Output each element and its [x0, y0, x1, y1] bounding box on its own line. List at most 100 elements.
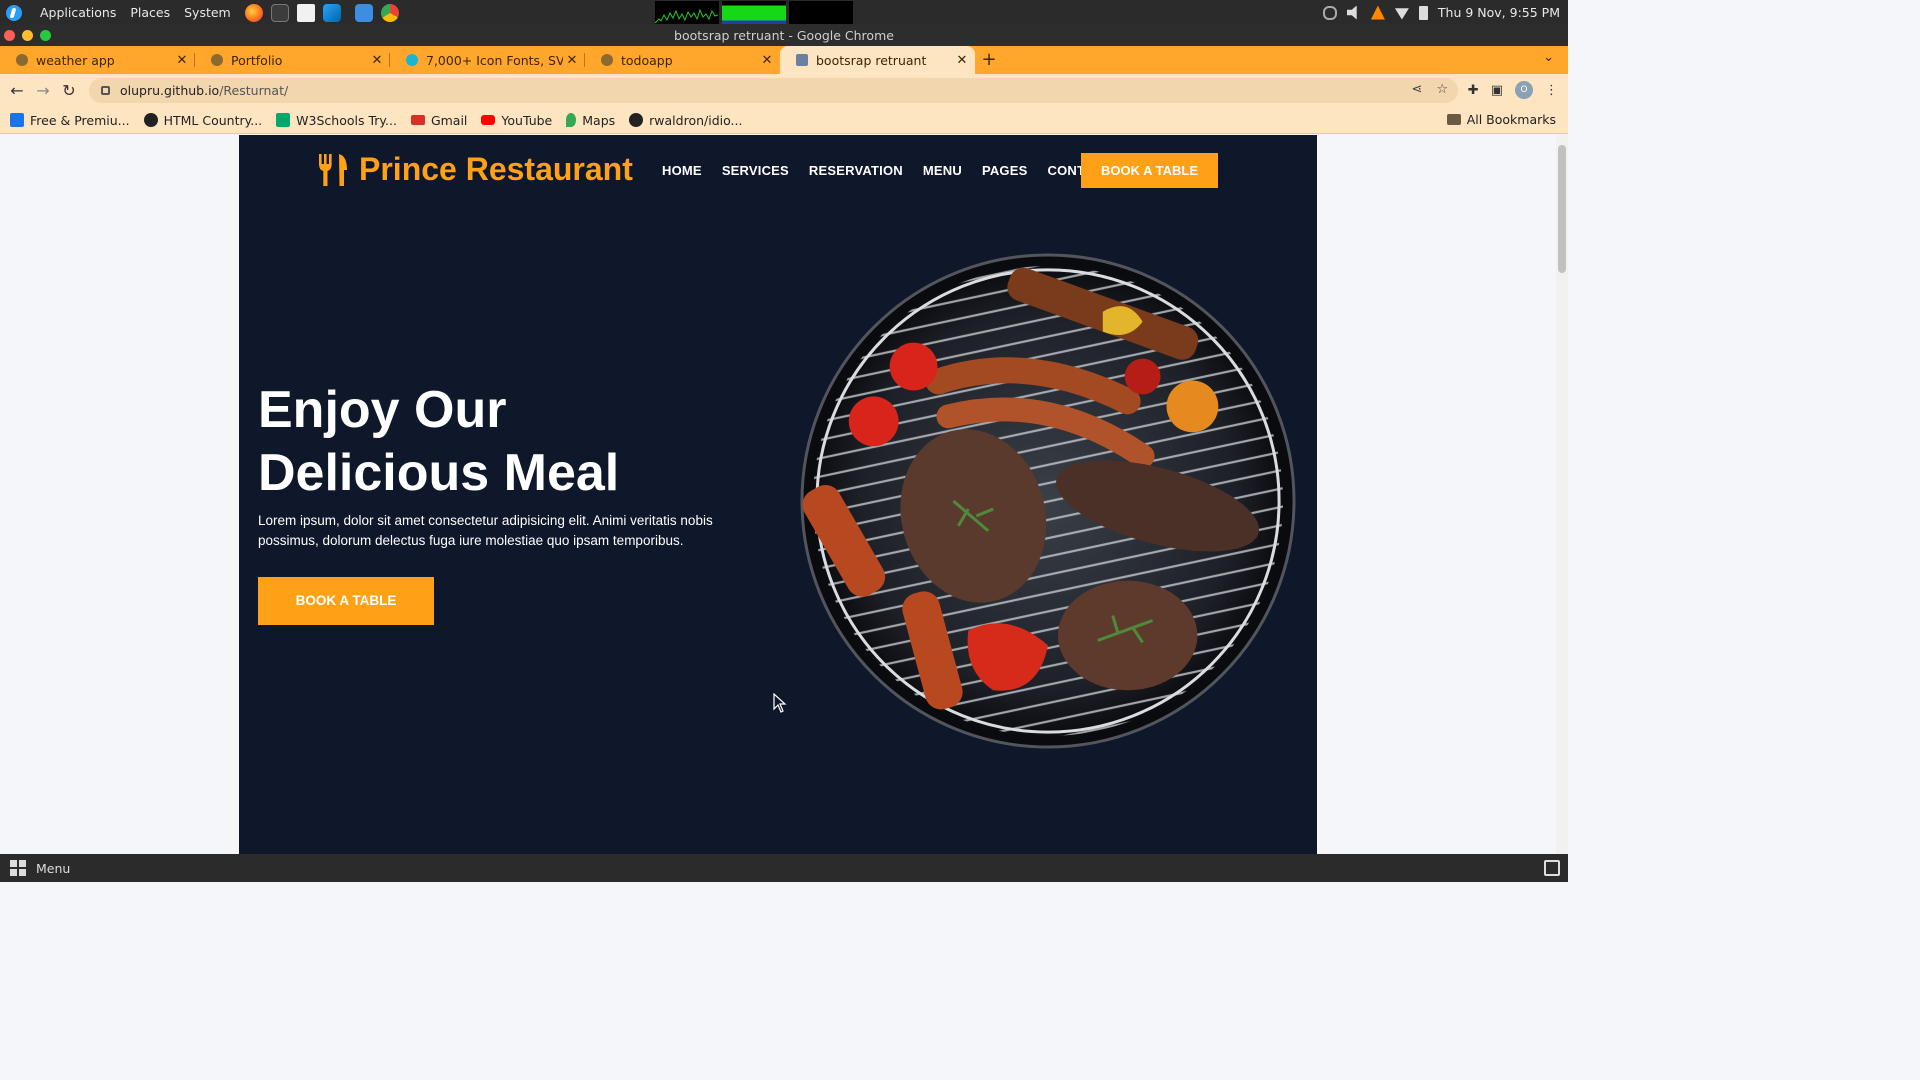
vscode-launcher-icon[interactable] — [322, 3, 341, 22]
system-menu[interactable]: System — [184, 5, 231, 20]
maps-icon — [566, 113, 577, 127]
url-host: olupru.github.io — [120, 83, 220, 98]
chrome-launcher-icon[interactable] — [380, 3, 399, 22]
youtube-icon — [481, 115, 496, 125]
page-viewport: Prince Restaurant HOME SERVICES RESERVAT… — [0, 135, 1568, 854]
system-panel: Applications Places System Thu 9 Nov, 9:… — [0, 0, 1568, 25]
bookmark-label: Free & Premiu... — [30, 112, 130, 128]
book-table-hero-button[interactable]: BOOK A TABLE — [258, 577, 434, 625]
hero-title-line: Delicious Meal — [258, 444, 620, 502]
lock-icon[interactable] — [101, 86, 110, 95]
nav-services[interactable]: SERVICES — [722, 163, 789, 178]
brand-logo[interactable]: Prince Restaurant — [317, 151, 633, 188]
bookmark-label: W3Schools Try... — [296, 112, 397, 128]
share-icon[interactable]: ⋖ — [1411, 82, 1422, 97]
github-icon — [629, 113, 644, 127]
tab-bootsrap-retruant[interactable]: bootsrap retruant ✕ — [780, 46, 975, 74]
bookmark-label: Maps — [582, 112, 616, 128]
back-button[interactable]: ← — [4, 81, 30, 100]
bookmark-maps[interactable]: Maps — [566, 113, 615, 128]
close-window-button[interactable] — [4, 30, 15, 41]
menu-grid-icon[interactable] — [10, 860, 26, 876]
bottom-taskbar: Menu — [0, 854, 1568, 882]
bookmark-label: YouTube — [501, 112, 553, 128]
battery-icon[interactable] — [1418, 5, 1428, 20]
close-tab-icon[interactable]: ✕ — [173, 53, 191, 68]
wifi-icon[interactable] — [1394, 8, 1409, 20]
main-nav: HOME SERVICES RESERVATION MENU PAGES CON… — [662, 163, 1111, 178]
tab-search-chevron-icon[interactable]: ⌄ — [1543, 50, 1554, 65]
tab-portfolio[interactable]: Portfolio ✕ — [195, 46, 390, 74]
globe-icon — [211, 54, 223, 66]
tab-icon-fonts[interactable]: 7,000+ Icon Fonts, SVG, ... ✕ — [390, 46, 585, 74]
profile-avatar[interactable]: O — [1515, 81, 1533, 99]
extensions-icon[interactable]: ✚ — [1468, 83, 1479, 98]
tab-label: Portfolio — [231, 52, 283, 68]
applications-menu[interactable]: Applications — [40, 5, 116, 20]
tab-todoapp[interactable]: todoapp ✕ — [585, 46, 780, 74]
scrollbar-thumb[interactable] — [1558, 145, 1566, 273]
text-editor-launcher-icon[interactable] — [296, 3, 315, 22]
maximize-window-button[interactable] — [40, 30, 51, 41]
bluetooth-icon[interactable] — [1322, 5, 1337, 20]
bookmark-label: HTML Country... — [163, 112, 263, 128]
page-scrollbar[interactable] — [1556, 135, 1568, 854]
bookmark-star-icon[interactable]: ☆ — [1436, 82, 1448, 97]
bookmark-label: Gmail — [430, 112, 468, 128]
terminal-launcher-icon[interactable] — [270, 3, 289, 22]
close-tab-icon[interactable]: ✕ — [563, 53, 581, 68]
cutlery-icon — [319, 153, 347, 186]
side-panel-icon[interactable]: ▣ — [1491, 83, 1503, 98]
cpu-graph — [655, 1, 719, 24]
all-bookmarks-button[interactable]: All Bookmarks — [1446, 112, 1556, 127]
browser-toolbar: ← → ↻ olupru.github.io/Resturnat/ ⋖ ☆ ✚ … — [0, 74, 1568, 107]
hero-title-line: Enjoy Our — [258, 381, 507, 439]
brand-name: Prince Restaurant — [359, 151, 633, 187]
nav-reservation[interactable]: RESERVATION — [809, 163, 903, 178]
taskbar-menu[interactable]: Menu — [36, 861, 70, 876]
bookmark-youtube[interactable]: YouTube — [481, 113, 552, 128]
search-icon — [406, 54, 418, 66]
firefox-launcher-icon[interactable] — [244, 3, 263, 22]
bookmark-icon — [10, 113, 24, 127]
bookmark-w3schools[interactable]: W3Schools Try... — [276, 113, 397, 128]
address-bar[interactable]: olupru.github.io/Resturnat/ ⋖ ☆ — [89, 78, 1458, 103]
places-menu[interactable]: Places — [130, 5, 170, 20]
close-tab-icon[interactable]: ✕ — [368, 53, 386, 68]
github-icon — [143, 113, 158, 127]
distro-logo-icon[interactable] — [6, 4, 22, 21]
nav-home[interactable]: HOME — [662, 163, 702, 178]
window-titlebar: bootsrap retruant - Google Chrome — [0, 25, 1568, 46]
tab-label: todoapp — [621, 52, 673, 68]
clock[interactable]: Thu 9 Nov, 9:55 PM — [1438, 5, 1560, 20]
memory-graph — [722, 1, 786, 24]
tab-label: 7,000+ Icon Fonts, SVG, ... — [426, 52, 563, 68]
w3schools-icon — [276, 113, 291, 127]
nav-pages[interactable]: PAGES — [982, 163, 1028, 178]
all-bookmarks-label: All Bookmarks — [1466, 112, 1556, 127]
folder-icon — [1446, 114, 1461, 125]
forward-button[interactable]: → — [30, 81, 56, 100]
minimize-window-button[interactable] — [22, 30, 33, 41]
tab-weather-app[interactable]: weather app ✕ — [0, 46, 195, 74]
reload-button[interactable]: ↻ — [56, 81, 82, 100]
bookmark-free-premium[interactable]: Free & Premiu... — [10, 113, 130, 128]
more-menu-icon[interactable]: ⋮ — [1545, 83, 1558, 98]
hero-title: Enjoy Our Delicious Meal — [258, 379, 758, 505]
tab-label: weather app — [36, 52, 115, 68]
bookmark-html-country[interactable]: HTML Country... — [143, 112, 263, 128]
show-desktop-icon[interactable] — [1544, 860, 1560, 876]
nav-menu[interactable]: MENU — [923, 163, 962, 178]
book-table-nav-button[interactable]: BOOK A TABLE — [1081, 153, 1218, 188]
cloud-launcher-icon[interactable] — [354, 3, 373, 22]
network-graph — [789, 1, 853, 24]
close-tab-icon[interactable]: ✕ — [758, 53, 776, 68]
volume-icon[interactable] — [1346, 5, 1357, 20]
bookmark-rwaldron[interactable]: rwaldron/idio... — [629, 113, 742, 128]
close-tab-icon[interactable]: ✕ — [953, 53, 971, 68]
tab-label: bootsrap retruant — [816, 52, 927, 68]
mouse-cursor-icon — [773, 693, 787, 713]
new-tab-button[interactable]: + — [975, 46, 1003, 74]
vlc-icon[interactable] — [1370, 5, 1385, 20]
bookmark-gmail[interactable]: Gmail — [410, 112, 468, 128]
